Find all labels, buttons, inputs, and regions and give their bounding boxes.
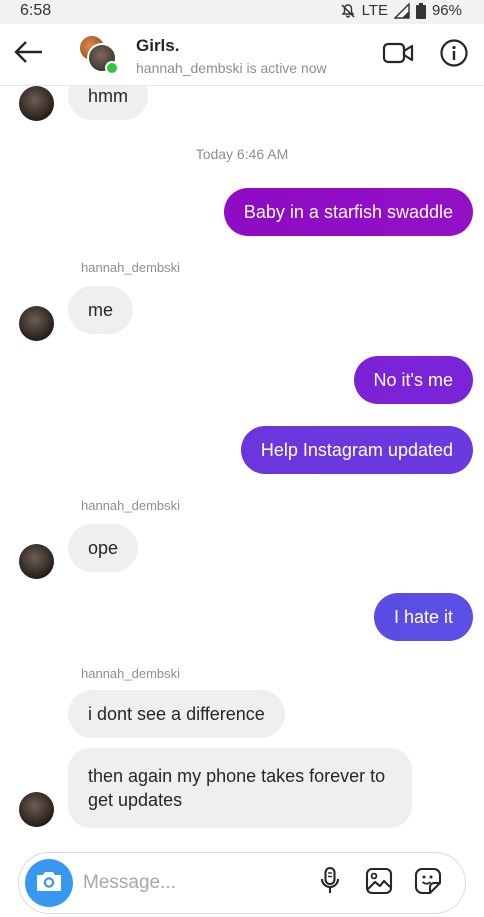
microphone-icon (318, 866, 342, 901)
info-icon (439, 38, 469, 73)
outgoing-message[interactable]: Baby in a starfish swaddle (223, 188, 473, 236)
group-avatar[interactable] (78, 34, 120, 76)
battery-percent: 96% (431, 2, 462, 19)
battery-icon (415, 2, 426, 19)
sticker-icon (414, 867, 442, 900)
gallery-button[interactable] (364, 867, 394, 900)
outgoing-message[interactable]: Help Instagram updated (240, 426, 473, 474)
outgoing-message[interactable]: No it's me (353, 356, 473, 404)
sender-name: hannah_dembski (81, 498, 181, 513)
chat-header: Girls. hannah_dembski is active now (0, 24, 484, 86)
incoming-message[interactable]: hmm (68, 86, 148, 120)
chat-title[interactable]: Girls. (136, 36, 179, 56)
message-input[interactable] (83, 869, 303, 897)
sender-avatar[interactable] (19, 544, 54, 579)
message-list[interactable]: hmm Today 6:46 AM Baby in a starfish swa… (0, 86, 484, 846)
sender-name: hannah_dembski (81, 260, 181, 275)
message-composer (18, 852, 466, 914)
status-time: 6:58 (20, 2, 52, 19)
camera-icon (34, 868, 64, 899)
status-icons: LTE 96% (340, 2, 462, 19)
incoming-message[interactable]: i dont see a difference (68, 690, 285, 738)
message-timestamp: Today 6:46 AM (195, 146, 289, 162)
signal-icon (393, 2, 410, 19)
video-call-button[interactable] (380, 40, 416, 70)
online-indicator (105, 61, 119, 75)
mute-icon (340, 3, 356, 19)
microphone-button[interactable] (315, 866, 345, 901)
back-arrow-icon (14, 40, 44, 69)
incoming-message[interactable]: then again my phone takes forever to get… (68, 748, 412, 828)
sender-name: hannah_dembski (81, 666, 181, 681)
outgoing-message[interactable]: I hate it (373, 593, 473, 641)
camera-button[interactable] (25, 859, 73, 907)
sticker-button[interactable] (413, 867, 443, 900)
incoming-message[interactable]: ope (68, 524, 139, 572)
sender-avatar[interactable] (19, 306, 54, 341)
network-label: LTE (361, 2, 388, 19)
sender-avatar[interactable] (19, 86, 54, 121)
back-button[interactable] (8, 36, 50, 72)
active-status: hannah_dembski is active now (136, 60, 327, 76)
status-bar: 6:58 LTE 96% (0, 0, 484, 24)
gallery-icon (365, 867, 393, 900)
video-call-icon (382, 41, 414, 70)
incoming-message[interactable]: me (68, 286, 134, 334)
sender-avatar[interactable] (19, 792, 54, 827)
info-button[interactable] (438, 38, 470, 73)
